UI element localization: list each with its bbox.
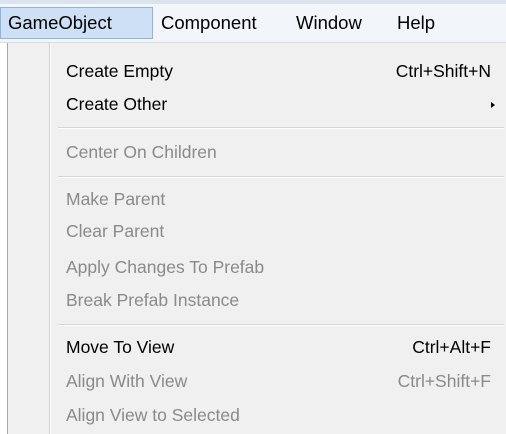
menu-separator [58, 176, 504, 178]
menu-item-create-empty[interactable]: Create Empty Ctrl+Shift+N [50, 56, 505, 86]
submenu-arrow-icon [491, 102, 495, 108]
menu-item-create-other[interactable]: Create Other [50, 89, 505, 119]
menu-icon-column [8, 43, 48, 434]
menu-gameobject[interactable]: GameObject [0, 7, 153, 39]
menu-window[interactable]: Window [296, 8, 362, 37]
menu-item-label: Align With View [66, 371, 188, 391]
menu-item-label: Apply Changes To Prefab [66, 257, 265, 277]
menu-help[interactable]: Help [397, 8, 435, 37]
menu-item-move-to-view[interactable]: Move To View Ctrl+Alt+F [50, 332, 505, 362]
menu-item-label: Align View to Selected [66, 405, 240, 425]
menu-item-label: Move To View [66, 337, 175, 357]
menu-item-shortcut: Ctrl+Shift+N [395, 61, 491, 81]
gameobject-dropdown-menu: Create Empty Ctrl+Shift+N Create Other C… [7, 43, 506, 434]
menu-separator [58, 324, 504, 326]
menu-component[interactable]: Component [161, 8, 257, 37]
menu-item-shortcut: Ctrl+Shift+F [397, 371, 491, 391]
menu-bar: GameObject Component Window Help [0, 4, 506, 43]
menu-item-shortcut: Ctrl+Alt+F [412, 337, 491, 357]
menu-item-label: Create Other [66, 94, 168, 114]
menu-item-make-parent[interactable]: Make Parent [50, 184, 505, 214]
menu-item-label: Break Prefab Instance [66, 290, 240, 310]
menu-item-label: Make Parent [66, 189, 166, 209]
menu-item-apply-changes-to-prefab[interactable]: Apply Changes To Prefab [50, 252, 505, 282]
menu-item-break-prefab-instance[interactable]: Break Prefab Instance [50, 285, 505, 315]
menu-item-center-on-children[interactable]: Center On Children [50, 137, 505, 167]
menu-item-label: Center On Children [66, 142, 217, 162]
menu-item-label: Clear Parent [66, 221, 165, 241]
menu-item-clear-parent[interactable]: Clear Parent [50, 216, 505, 246]
menu-item-label: Create Empty [66, 61, 173, 81]
menu-item-align-view-to-selected[interactable]: Align View to Selected [50, 400, 505, 430]
menu-item-align-with-view[interactable]: Align With View Ctrl+Shift+F [50, 366, 505, 396]
menu-separator [58, 127, 504, 129]
